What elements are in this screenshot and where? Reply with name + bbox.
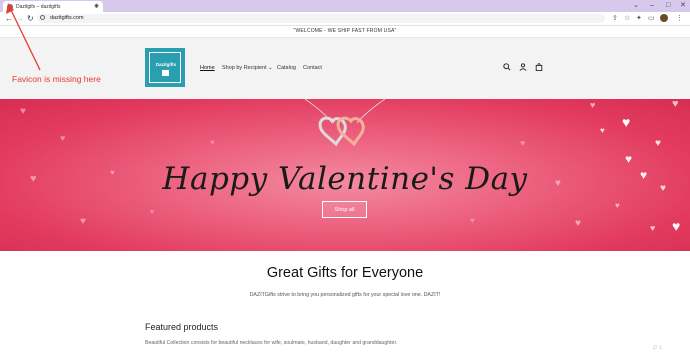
section-title: Great Gifts for Everyone — [266, 265, 424, 281]
heart-decoration: ♥ — [655, 138, 661, 149]
hero-banner: ♥ ♥ ♥ ♥ ♥ ♥ ♥ ♥ ♥ ♥ ♥ ♥ ♥ ♥ ♥ ♥ ♥ ♥ ♥ ♥ … — [0, 99, 690, 251]
tab-search-icon[interactable]: ⌄ — [633, 1, 639, 11]
bookmark-star-icon[interactable]: ☆ — [624, 14, 630, 23]
account-icon[interactable] — [519, 63, 527, 73]
heart-decoration: ♥ — [80, 216, 86, 227]
shop-all-button[interactable]: Shop all — [322, 201, 367, 218]
share-icon[interactable]: ⇪ — [612, 14, 618, 23]
search-icon[interactable] — [503, 63, 511, 73]
chevron-down-icon: ⌄ — [268, 65, 273, 71]
nav-shop-by-recipient[interactable]: Shop by Recipient ⌄ — [222, 65, 273, 71]
menu-icon[interactable]: ⋮ — [676, 14, 683, 23]
heart-decoration: ♥ — [210, 138, 215, 147]
heart-decoration: ♥ — [520, 138, 526, 148]
site-header — [0, 38, 690, 99]
logo-text: Dazitgifts — [155, 62, 177, 67]
extensions-icon[interactable]: ✦ — [636, 14, 642, 23]
heart-decoration: ♥ — [650, 223, 656, 233]
announcement-bar: "WELCOME - WE SHIP FAST FROM USA" — [0, 26, 690, 38]
close-window-button[interactable]: ✕ — [680, 1, 686, 11]
nav-home[interactable]: Home — [200, 65, 215, 71]
featured-products-title: Featured products — [145, 322, 219, 332]
heart-decoration: ♥ — [590, 100, 596, 110]
gift-icon — [162, 70, 169, 76]
heart-decoration: ♥ — [600, 126, 605, 135]
nav-catalog[interactable]: Catalog — [277, 65, 296, 71]
heart-decoration: ♥ — [20, 106, 26, 117]
heart-decoration: ♥ — [470, 216, 475, 225]
heart-decoration: ♥ — [672, 218, 681, 234]
profile-avatar[interactable] — [660, 14, 668, 22]
maximize-button[interactable]: □ — [666, 1, 670, 11]
annotation-arrow-icon — [6, 3, 41, 71]
nav-contact[interactable]: Contact — [303, 65, 322, 71]
featured-products-description: Beautiful Collection consists for beauti… — [145, 340, 398, 346]
hero-title: Happy Valentine's Day — [162, 161, 528, 197]
new-tab-button[interactable]: + — [94, 1, 99, 11]
heart-decoration: ♥ — [615, 201, 620, 210]
nav-shop-label: Shop by Recipient — [222, 65, 267, 71]
watermark-logo: ⊙ s — [652, 345, 662, 351]
cart-icon[interactable] — [535, 63, 543, 73]
heart-decoration: ♥ — [150, 209, 155, 216]
heart-decoration: ♥ — [672, 99, 679, 110]
minimize-button[interactable]: – — [650, 1, 654, 11]
annotation-label: Favicon is missing here — [12, 74, 101, 84]
heart-decoration: ♥ — [60, 133, 66, 143]
tab-strip — [0, 0, 690, 12]
heart-decoration: ♥ — [622, 114, 631, 130]
url-field[interactable]: dazitgifts.com — [37, 14, 605, 23]
heart-decoration: ♥ — [575, 218, 581, 229]
site-logo[interactable]: Dazitgifts — [145, 48, 185, 87]
section-description: DAZITGifts strive to bring you personali… — [249, 292, 441, 298]
sidebar-icon[interactable]: ▭ — [648, 14, 655, 23]
necklace-image — [305, 99, 385, 147]
